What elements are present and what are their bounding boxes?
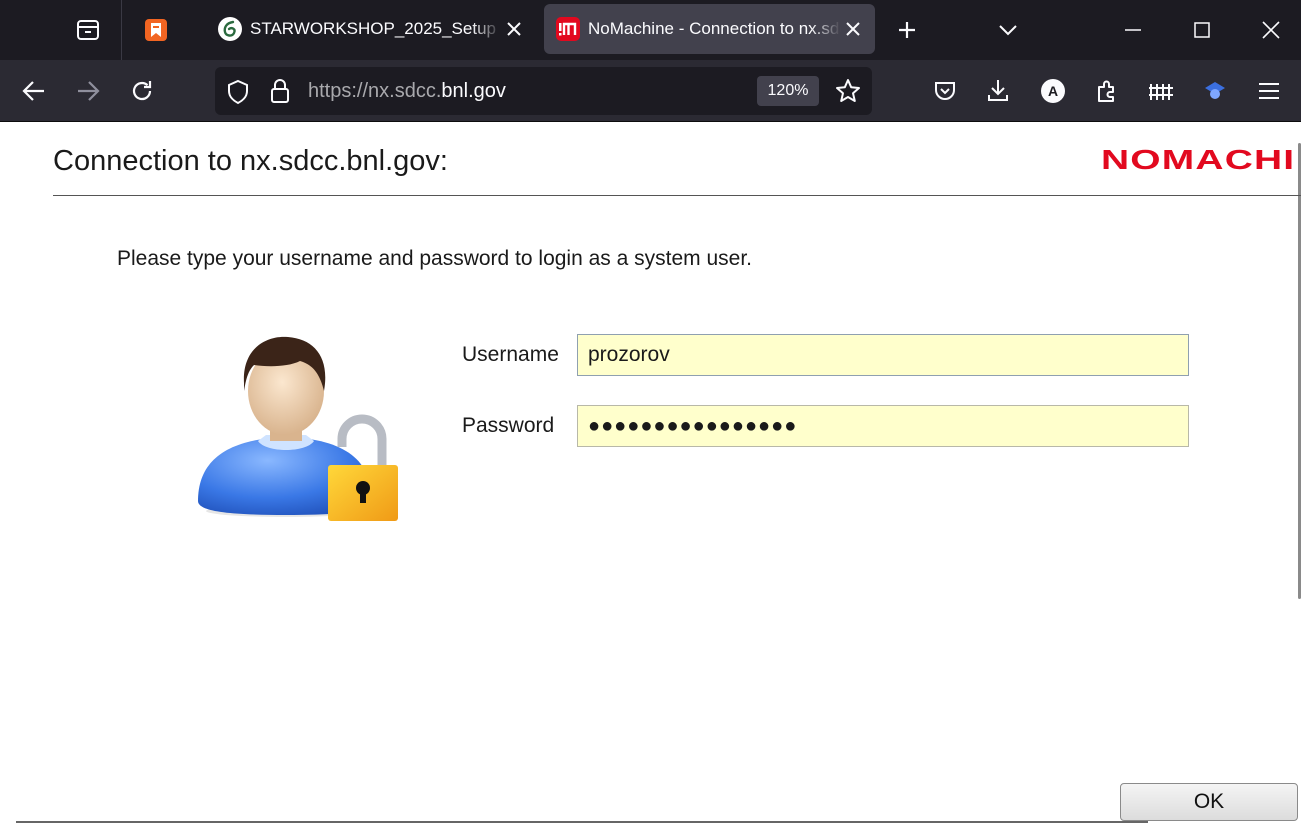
tab-starworkshop[interactable]: STARWORKSHOP_2025_Setup - (206, 4, 536, 54)
password-label: Password (462, 414, 555, 437)
username-label: Username (462, 343, 559, 366)
navigation-toolbar: https://nx.sdcc.bnl.gov 120% A (0, 60, 1301, 122)
close-tab-icon[interactable] (502, 17, 526, 41)
zoom-indicator[interactable]: 120% (757, 76, 819, 106)
extension-blue-button[interactable] (1197, 73, 1233, 109)
page-title: Connection to nx.sdcc.bnl.gov: (53, 145, 448, 177)
firefox-view-icon (77, 20, 99, 40)
bookmark-star-icon[interactable] (835, 78, 861, 108)
extensions-button[interactable] (1089, 73, 1125, 109)
close-tab-icon[interactable] (841, 17, 865, 41)
tab-bar: STARWORKSHOP_2025_Setup - NoMachine - Co… (0, 0, 1301, 60)
url-domain: bnl.gov (441, 80, 506, 102)
back-arrow-icon (22, 81, 44, 101)
ok-button[interactable]: OK (1120, 783, 1298, 821)
pocket-button[interactable] (927, 73, 963, 109)
download-icon (988, 80, 1008, 101)
chevron-down-icon (999, 25, 1017, 36)
close-window-button[interactable] (1253, 12, 1289, 48)
svg-text:A: A (1048, 83, 1058, 99)
fence-icon (1149, 84, 1173, 100)
lock-icon[interactable] (269, 78, 291, 108)
maximize-button[interactable] (1184, 12, 1220, 48)
tab-title: STARWORKSHOP_2025_Setup - (250, 19, 502, 38)
firefox-view-button[interactable] (70, 12, 106, 48)
forward-button[interactable] (70, 73, 106, 109)
account-button[interactable]: A (1035, 73, 1071, 109)
user-lock-illustration (196, 331, 400, 521)
user-lock-icon (198, 336, 398, 521)
nomachine-logo: NOMACHINE (1101, 147, 1297, 177)
page-content: Connection to nx.sdcc.bnl.gov: NOMACHINE… (0, 123, 1301, 823)
password-field[interactable]: ●●●●●●●●●●●●●●●● (577, 405, 1189, 447)
puzzle-icon (1098, 80, 1114, 102)
username-field[interactable]: prozorov (577, 334, 1189, 376)
tab-separator (121, 0, 122, 60)
tracking-protection-icon[interactable] (226, 79, 250, 109)
nomachine-icon (556, 17, 580, 41)
downloads-button[interactable] (980, 73, 1016, 109)
pinned-tab[interactable] (138, 12, 174, 48)
minimize-button[interactable] (1115, 12, 1151, 48)
list-all-tabs-button[interactable] (990, 12, 1026, 48)
reload-icon (132, 81, 152, 101)
extension-fence-button[interactable] (1143, 73, 1179, 109)
new-tab-button[interactable] (889, 12, 925, 48)
divider (53, 195, 1301, 196)
bookmark-app-icon (145, 19, 167, 41)
tab-title: NoMachine - Connection to nx.sdcc.bnl.go… (588, 19, 841, 38)
back-button[interactable] (16, 73, 52, 109)
url-prefix: https://nx.sdcc. (308, 80, 442, 102)
plus-icon (899, 22, 915, 38)
close-icon (1262, 21, 1280, 39)
hamburger-menu-icon (1259, 83, 1279, 99)
forward-arrow-icon (78, 81, 100, 101)
brand-text: NOMACHINE (1101, 147, 1297, 176)
graduation-cap-icon (1205, 82, 1225, 99)
tab-nomachine[interactable]: NoMachine - Connection to nx.sdcc.bnl.go… (544, 4, 875, 54)
overleaf-icon (218, 17, 242, 41)
instruction-text: Please type your username and password t… (117, 247, 753, 270)
address-bar[interactable]: https://nx.sdcc.bnl.gov 120% (215, 67, 872, 115)
pocket-icon (935, 82, 955, 100)
app-menu-button[interactable] (1251, 73, 1287, 109)
minimize-icon (1125, 29, 1141, 31)
url-text[interactable]: https://nx.sdcc.bnl.gov (308, 80, 506, 103)
reload-button[interactable] (124, 73, 160, 109)
maximize-icon (1194, 22, 1210, 38)
account-avatar-icon: A (1041, 79, 1065, 103)
